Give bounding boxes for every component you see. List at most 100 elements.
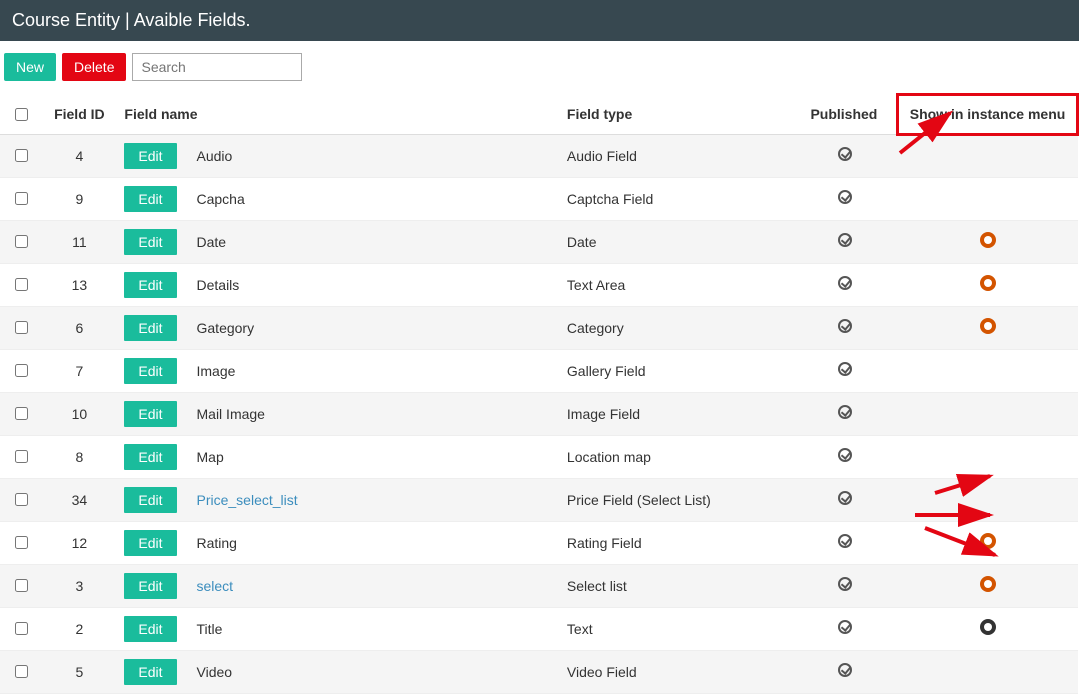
col-header-published[interactable]: Published (792, 95, 898, 135)
select-all-checkbox[interactable] (15, 108, 28, 121)
edit-button[interactable]: Edit (124, 530, 176, 556)
published-icon (838, 577, 852, 591)
row-checkbox-cell (0, 177, 42, 220)
show-in-menu-cell[interactable] (898, 220, 1078, 263)
fields-table: Field ID Field name Field type Published… (0, 93, 1079, 694)
edit-cell: Edit (116, 650, 188, 693)
edit-button[interactable]: Edit (124, 315, 176, 341)
row-checkbox[interactable] (15, 407, 28, 420)
show-in-menu-cell[interactable] (898, 306, 1078, 349)
edit-button[interactable]: Edit (124, 616, 176, 642)
published-cell[interactable] (792, 521, 898, 564)
field-name[interactable]: select (189, 564, 559, 607)
row-checkbox-cell (0, 306, 42, 349)
edit-button[interactable]: Edit (124, 272, 176, 298)
edit-button[interactable]: Edit (124, 358, 176, 384)
edit-button[interactable]: Edit (124, 659, 176, 685)
col-header-checkbox (0, 95, 42, 135)
field-id: 5 (42, 650, 116, 693)
row-checkbox[interactable] (15, 149, 28, 162)
edit-button[interactable]: Edit (124, 573, 176, 599)
edit-button[interactable]: Edit (124, 401, 176, 427)
published-cell[interactable] (792, 177, 898, 220)
published-icon (838, 190, 852, 204)
published-cell[interactable] (792, 220, 898, 263)
field-name: Map (189, 435, 559, 478)
row-checkbox[interactable] (15, 665, 28, 678)
edit-cell: Edit (116, 177, 188, 220)
row-checkbox[interactable] (15, 364, 28, 377)
edit-cell: Edit (116, 134, 188, 177)
row-checkbox[interactable] (15, 192, 28, 205)
edit-cell: Edit (116, 220, 188, 263)
edit-button[interactable]: Edit (124, 229, 176, 255)
edit-button[interactable]: Edit (124, 444, 176, 470)
show-in-menu-cell[interactable] (898, 564, 1078, 607)
published-cell[interactable] (792, 349, 898, 392)
show-in-menu-cell[interactable] (898, 177, 1078, 220)
published-cell[interactable] (792, 306, 898, 349)
new-button[interactable]: New (4, 53, 56, 81)
row-checkbox[interactable] (15, 450, 28, 463)
table-row: 2EditTitleText (0, 607, 1078, 650)
show-in-menu-cell[interactable] (898, 392, 1078, 435)
published-cell[interactable] (792, 478, 898, 521)
row-checkbox[interactable] (15, 579, 28, 592)
row-checkbox[interactable] (15, 278, 28, 291)
col-header-type[interactable]: Field type (559, 95, 792, 135)
row-checkbox[interactable] (15, 321, 28, 334)
field-id: 10 (42, 392, 116, 435)
row-checkbox-cell (0, 349, 42, 392)
field-name: Capcha (189, 177, 559, 220)
field-type: Video Field (559, 650, 792, 693)
table-row: 13EditDetailsText Area (0, 263, 1078, 306)
published-cell[interactable] (792, 607, 898, 650)
field-name: Audio (189, 134, 559, 177)
published-cell[interactable] (792, 392, 898, 435)
toolbar: New Delete (0, 41, 1079, 93)
published-cell[interactable] (792, 564, 898, 607)
field-name[interactable]: Price_select_list (189, 478, 559, 521)
field-type: Rating Field (559, 521, 792, 564)
edit-cell: Edit (116, 349, 188, 392)
col-header-id[interactable]: Field ID (42, 95, 116, 135)
col-header-name[interactable]: Field name (116, 95, 559, 135)
field-name: Mail Image (189, 392, 559, 435)
edit-button[interactable]: Edit (124, 487, 176, 513)
published-cell[interactable] (792, 650, 898, 693)
field-id: 6 (42, 306, 116, 349)
edit-cell: Edit (116, 521, 188, 564)
published-cell[interactable] (792, 134, 898, 177)
row-checkbox-cell (0, 607, 42, 650)
field-id: 4 (42, 134, 116, 177)
edit-cell: Edit (116, 607, 188, 650)
published-cell[interactable] (792, 263, 898, 306)
show-in-menu-cell[interactable] (898, 263, 1078, 306)
show-in-menu-cell[interactable] (898, 607, 1078, 650)
row-checkbox-cell (0, 392, 42, 435)
row-checkbox-cell (0, 521, 42, 564)
show-in-menu-cell[interactable] (898, 650, 1078, 693)
edit-cell: Edit (116, 478, 188, 521)
edit-button[interactable]: Edit (124, 143, 176, 169)
field-id: 8 (42, 435, 116, 478)
field-type: Audio Field (559, 134, 792, 177)
delete-button[interactable]: Delete (62, 53, 126, 81)
row-checkbox[interactable] (15, 622, 28, 635)
edit-button[interactable]: Edit (124, 186, 176, 212)
row-checkbox-cell (0, 478, 42, 521)
row-checkbox[interactable] (15, 493, 28, 506)
published-icon (838, 534, 852, 548)
show-in-menu-cell[interactable] (898, 349, 1078, 392)
published-cell[interactable] (792, 435, 898, 478)
row-checkbox[interactable] (15, 235, 28, 248)
field-type: Captcha Field (559, 177, 792, 220)
row-checkbox[interactable] (15, 536, 28, 549)
search-input[interactable] (132, 53, 302, 81)
record-icon (980, 275, 996, 291)
field-id: 2 (42, 607, 116, 650)
field-type: Category (559, 306, 792, 349)
record-icon (980, 619, 996, 635)
edit-cell: Edit (116, 564, 188, 607)
field-type: Text Area (559, 263, 792, 306)
